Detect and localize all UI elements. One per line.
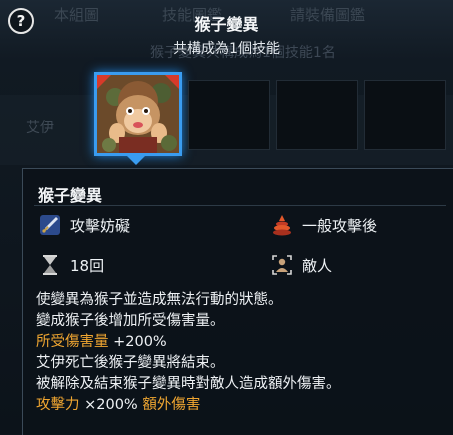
stat-duration-label: 18回: [70, 256, 105, 275]
description-text: 使變異為猴子並造成無法行動的狀態。: [36, 292, 283, 308]
skill-slot-monkey[interactable]: [94, 72, 182, 156]
page-title: 猴子變異: [194, 15, 259, 34]
stat-timing-label: 一般攻擊後: [302, 216, 378, 235]
stat-target: 敵人: [270, 253, 332, 277]
skill-slot-empty[interactable]: [276, 80, 358, 150]
selected-slot-pointer: [127, 156, 145, 165]
skill-slot-empty[interactable]: [188, 80, 270, 150]
person-target-icon: [272, 255, 292, 275]
description-text: +200%: [108, 334, 167, 350]
highlight-text: 攻擊力: [36, 397, 80, 413]
description-line: 變成猴子後增加所受傷害量。: [36, 311, 225, 332]
stat-target-label: 敵人: [302, 256, 333, 275]
divider: [34, 205, 446, 206]
skill-slot-empty[interactable]: [364, 80, 446, 150]
monkey-portrait-icon: [97, 75, 179, 153]
stat-timing: 一般攻擊後: [270, 213, 377, 237]
stat-type: 攻擊妨礙: [38, 213, 130, 237]
description-text: 艾伊死亡後猴子變異將結束。: [36, 355, 225, 371]
cone-stack-icon: [273, 215, 291, 236]
description-text: ×200%: [79, 397, 143, 413]
description-text: 被解除及結束猴子變異時對敵人造成額外傷害。: [36, 376, 341, 392]
description-line: 被解除及結束猴子變異時對敵人造成額外傷害。: [36, 374, 341, 395]
hourglass-icon: [43, 255, 57, 275]
description-text: 變成猴子後增加所受傷害量。: [36, 313, 225, 329]
bg-row-name: 艾伊: [26, 120, 54, 136]
stat-duration: 18回: [38, 253, 104, 277]
skill-name: 猴子變異: [38, 186, 103, 205]
description-line: 艾伊死亡後猴子變異將結束。: [36, 353, 225, 374]
description-line: 攻擊力 ×200% 額外傷害: [36, 395, 200, 416]
sword-icon: [40, 215, 60, 235]
description-line: 所受傷害量 +200%: [36, 332, 167, 353]
highlight-text: 所受傷害量: [36, 334, 109, 350]
page-subtitle: 共構成為1個技能: [173, 41, 280, 57]
stat-type-label: 攻擊妨礙: [70, 216, 131, 235]
description-line: 使變異為猴子並造成無法行動的狀態。: [36, 290, 283, 311]
highlight-text: 額外傷害: [142, 397, 201, 413]
